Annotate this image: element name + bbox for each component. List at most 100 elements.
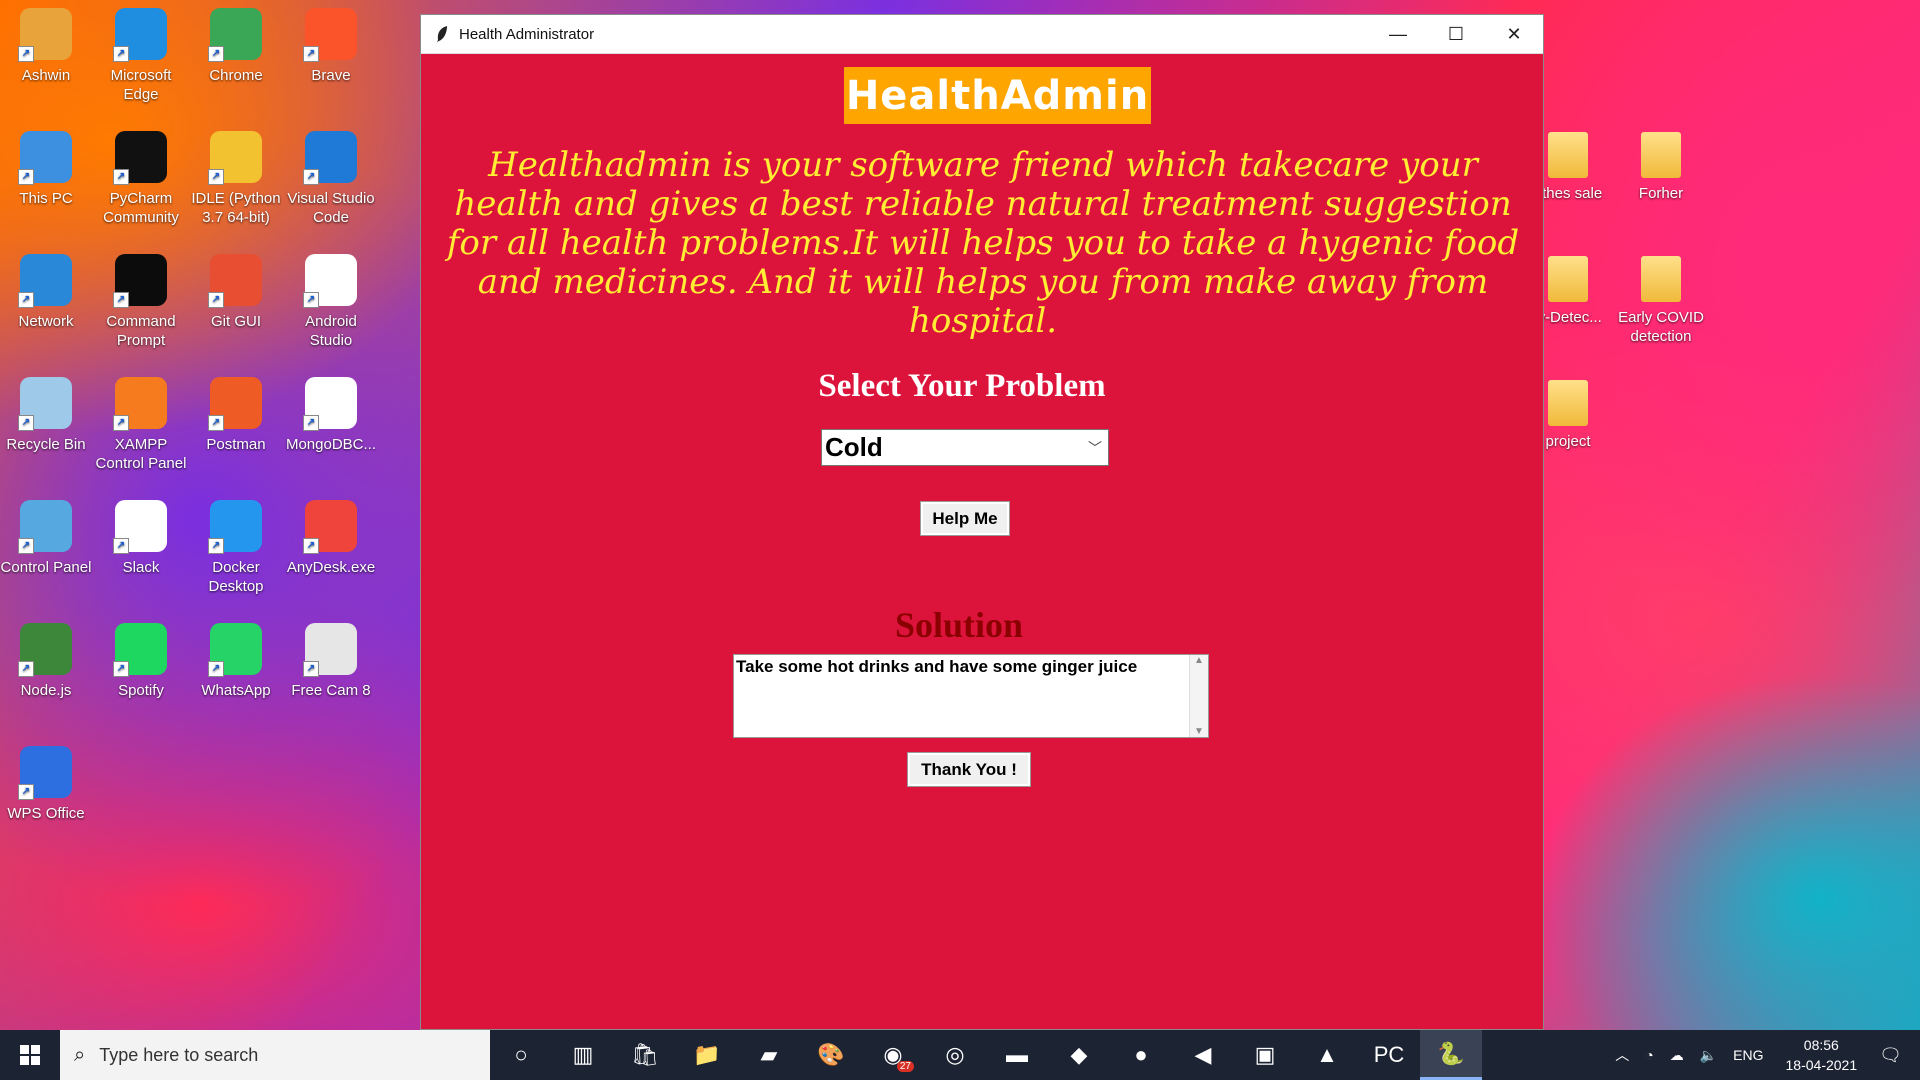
desktop-icon[interactable]: ↗ Visual Studio Code [285,127,377,227]
desktop-icon[interactable]: ↗ Brave [285,4,377,85]
paint-icon[interactable]: 🎨 [800,1030,862,1080]
desktop-icon[interactable]: ↗ Free Cam 8 [285,619,377,700]
vscode-icon: ↗ [303,131,357,185]
desktop-icon-label: Brave [311,67,351,84]
cloud-icon[interactable]: ☁ [1670,1047,1684,1064]
folder-icon [1548,132,1588,178]
vscode-icon[interactable]: ◀ [1172,1030,1234,1080]
edge-icon: ↗ [113,8,167,62]
scroll-up-icon[interactable]: ▲ [1194,655,1204,666]
desktop-icon[interactable]: ↗ Chrome [190,4,282,85]
clock-time: 08:56 [1803,1037,1839,1053]
help-me-button[interactable]: Help Me [920,501,1010,536]
desktop-icon[interactable]: ↗ Ashwin [0,4,92,85]
language-indicator[interactable]: ENG [1733,1047,1763,1063]
desktop-icon[interactable]: ↗ Recycle Bin [0,373,92,454]
spotify-icon: ↗ [113,623,167,677]
store-icon[interactable]: 🛍 [614,1030,676,1080]
shortcut-arrow-icon: ↗ [18,169,34,185]
desktop-icon-label: This PC [19,190,73,207]
desktop-icon[interactable]: ↗ Git GUI [190,250,282,331]
computer-icon: ↗ [18,131,72,185]
desktop-icon[interactable]: ↗ MongoDBC... [285,373,377,454]
notification-icon[interactable]: 🗨 [1879,1045,1902,1066]
whatsapp-icon[interactable]: ◉ 27 [862,1030,924,1080]
desktop-icon-label: AnyDesk.exe [286,559,376,576]
shortcut-arrow-icon: ↗ [113,661,129,677]
python-icon[interactable]: 🐍 [1420,1030,1482,1080]
taskbar-search[interactable]: ⌕ Type here to search [60,1030,490,1080]
desktop-icon[interactable]: ↗ This PC [0,127,92,208]
shortcut-arrow-icon: ↗ [208,538,224,554]
window-titlebar[interactable]: Health Administrator — ☐ ✕ [421,15,1543,54]
close-button[interactable]: ✕ [1485,15,1543,53]
postman-icon[interactable]: ● [1110,1030,1172,1080]
git-icon[interactable]: ◆ [1048,1030,1110,1080]
start-button[interactable] [0,1030,60,1080]
desktop-folder[interactable]: Forher [1615,128,1707,203]
problem-select[interactable]: Cold ﹀ [821,429,1109,466]
problem-select-value: Cold [825,432,883,462]
desktop-icon[interactable]: ↗ Network [0,250,92,331]
maximize-button[interactable]: ☐ [1427,15,1485,53]
desktop-icon-label: Node.js [20,682,72,699]
desktop-icon-label: WhatsApp [201,682,271,699]
desktop-icon-label: Ashwin [21,67,71,84]
desktop-icon[interactable]: ↗ AnyDesk.exe [285,496,377,577]
thank-you-button[interactable]: Thank You ! [907,752,1031,787]
desktop-icon[interactable]: ↗ Spotify [95,619,187,700]
chevron-down-icon[interactable]: ﹀ [1088,438,1102,458]
notes-icon[interactable]: ▰ [738,1030,800,1080]
wifi-icon[interactable]: ◔ [1645,1047,1653,1063]
desktop-icon-label: Android Studio [305,313,357,349]
file-explorer-icon[interactable]: 📁 [676,1030,738,1080]
desktop-icon[interactable]: ↗ Android Studio [285,250,377,350]
chevron-up-icon[interactable]: ︿ [1615,1045,1629,1065]
desktop-icon[interactable]: ↗ Command Prompt [95,250,187,350]
desktop-icon[interactable]: ↗ Docker Desktop [190,496,282,596]
pycharm-icon[interactable]: PC [1358,1030,1420,1080]
solution-scrollbar[interactable]: ▲ ▼ [1189,655,1208,737]
minimize-button[interactable]: — [1369,15,1427,53]
solution-textarea[interactable]: Take some hot drinks and have some ginge… [733,654,1209,738]
desktop-icon-label: IDLE (Python 3.7 64-bit) [191,190,281,226]
anydesk-icon: ↗ [303,500,357,554]
desktop-icon[interactable]: ↗ XAMPP Control Panel [95,373,187,473]
desktop-icon[interactable]: ↗ Control Panel [0,496,92,577]
windows-icon [20,1045,40,1065]
desktop-icon[interactable]: ↗ Slack [95,496,187,577]
desktop-folder[interactable]: Early COVID detection [1615,252,1707,346]
clock-date: 18-04-2021 [1785,1057,1858,1073]
volume-icon[interactable]: 🔈 [1700,1047,1717,1064]
slack-icon: ↗ [113,500,167,554]
search-placeholder: Type here to search [99,1044,259,1065]
desktop-icon-label: Control Panel [0,559,92,576]
mongodb-icon: ↗ [303,377,357,431]
desktop-icon[interactable]: ↗ IDLE (Python 3.7 64-bit) [190,127,282,227]
user-folder-icon: ↗ [18,8,72,62]
desktop-icon[interactable]: ↗ Node.js [0,619,92,700]
control-panel-icon: ↗ [18,500,72,554]
scroll-down-icon[interactable]: ▼ [1194,726,1204,737]
android-studio-icon: ↗ [303,254,357,308]
network-icon: ↗ [18,254,72,308]
chrome-icon[interactable]: ◎ [924,1030,986,1080]
desktop-icon-label: Spotify [118,682,164,699]
app-title: HealthAdmin [844,67,1151,124]
search-icon: ⌕ [74,1043,86,1066]
desktop-icon-label: PyCharm Community [103,190,179,226]
desktop-icon[interactable]: ↗ WPS Office [0,742,92,823]
freecam-icon: ↗ [303,623,357,677]
cortana-icon[interactable]: ○ [490,1030,552,1080]
desktop-icon[interactable]: ↗ WhatsApp [190,619,282,700]
terminal-icon[interactable]: ▬ [986,1030,1048,1080]
shortcut-arrow-icon: ↗ [113,415,129,431]
remote-desktop-icon[interactable]: ▣ [1234,1030,1296,1080]
clock[interactable]: 08:56 18-04-2021 [1786,1035,1858,1075]
desktop-icon[interactable]: ↗ PyCharm Community [95,127,187,227]
desktop-icon[interactable]: ↗ Microsoft Edge [95,4,187,104]
desktop-icon[interactable]: ↗ Postman [190,373,282,454]
photos-icon[interactable]: ▲ [1296,1030,1358,1080]
task-view-icon[interactable]: ▥ [552,1030,614,1080]
postman-icon: ↗ [208,377,262,431]
